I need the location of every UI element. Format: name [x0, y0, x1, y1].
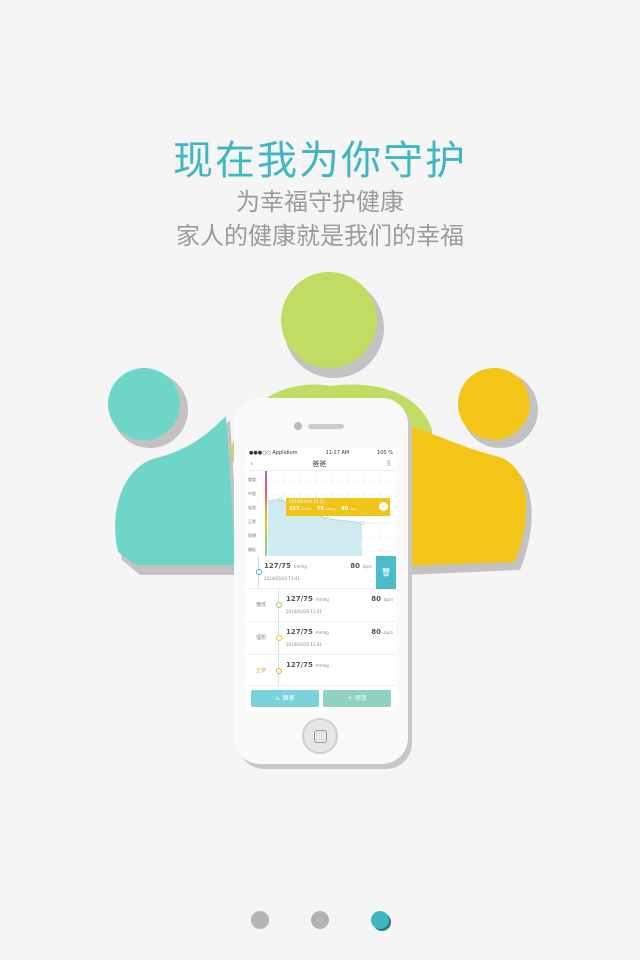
tooltip-datetime: 2014/03/20 13:21 — [289, 499, 325, 504]
phone-camera — [294, 422, 302, 430]
page-indicator — [0, 911, 640, 929]
record-row[interactable]: 正常 127/75 mmhg — [246, 655, 396, 688]
record-hr: 80 bpm — [371, 628, 393, 636]
page-dot[interactable] — [251, 911, 269, 929]
record-bp-unit: mmhg — [315, 597, 329, 602]
record-level: 偏低 — [256, 602, 267, 608]
status-bar: ●●●○○ Applidium 11:27 AM 100 % — [246, 448, 396, 457]
record-bp-unit: mmhg — [293, 564, 307, 569]
nav-bar: ‹ 爸爸 ⇪ — [246, 457, 396, 471]
nav-title: 爸爸 — [312, 459, 327, 468]
timeline-dot — [276, 635, 282, 641]
timeline-dot — [276, 602, 282, 608]
tooltip-bp: 127 — [289, 506, 300, 512]
record-row[interactable]: 127/75 mmhg 80 bpm 2014/03/20 11:41 🗑 — [246, 556, 396, 589]
bp-chart: 重度 中度 轻度 正常 理想 偏低 2014/03/20 13:21 127 m… — [246, 471, 396, 556]
carrier-label: ●●●○○ Applidium — [249, 449, 298, 456]
chart-tab-button[interactable]: ⊾ 图表 — [251, 690, 319, 707]
chart-point[interactable] — [360, 521, 364, 525]
level-color-bar — [265, 471, 267, 556]
record-bp: 127/75 mmhg — [286, 595, 329, 603]
trash-icon[interactable]: 🗑 — [376, 556, 396, 589]
battery-label: 100 % — [377, 449, 393, 456]
record-row[interactable]: 偏低 127/75 mmhg 80 bpm 2014/03/20 11:41 — [246, 589, 396, 622]
record-hr: 80 bpm — [371, 595, 393, 603]
page-dot-active[interactable] — [371, 911, 389, 929]
record-bp-unit: mmhg — [315, 663, 329, 668]
record-hr-unit: bpm — [363, 564, 372, 569]
add-tab-button[interactable]: + 添加 — [323, 690, 391, 707]
level-label: 偏低 — [248, 547, 256, 552]
record-date: 2014/03/20 11:41 — [286, 609, 322, 614]
page-dot[interactable] — [311, 911, 329, 929]
share-icon[interactable]: ⇪ — [385, 459, 392, 468]
record-bp: 127/75 mmhg — [286, 661, 329, 669]
teal-person — [108, 368, 240, 575]
record-date: 2014/03/20 11:41 — [286, 642, 322, 647]
chevron-left-icon[interactable]: ‹ — [250, 459, 253, 468]
record-level: 理想 — [256, 635, 267, 641]
level-label: 正常 — [248, 519, 256, 524]
level-label: 重度 — [248, 477, 256, 482]
record-level: 正常 — [256, 668, 267, 674]
level-label: 理想 — [248, 533, 256, 538]
record-hr-unit: bpm — [384, 597, 393, 602]
timeline-dot — [276, 668, 282, 674]
record-date: 2014/03/20 11:41 — [264, 576, 300, 581]
tooltip-arrow-icon[interactable]: › — [379, 502, 388, 511]
tooltip-bp-unit: mmhg — [301, 507, 311, 511]
chart-tooltip[interactable]: 2014/03/20 13:21 127 mmhg 75 mmhg 80 bpm… — [286, 498, 390, 516]
tooltip-hr-unit: bpm — [349, 507, 357, 511]
yellow-person — [400, 368, 538, 575]
phone-screen: ●●●○○ Applidium 11:27 AM 100 % ‹ 爸爸 ⇪ 重度… — [246, 448, 396, 711]
record-hr-unit: bpm — [384, 630, 393, 635]
level-label: 轻度 — [248, 505, 256, 510]
record-bp-unit: mmhg — [315, 630, 329, 635]
chart-point[interactable] — [326, 517, 330, 521]
tooltip-low-unit: mmhg — [325, 507, 336, 511]
level-label: 中度 — [248, 491, 256, 496]
tooltip-low: 75 — [316, 506, 324, 512]
record-bp: 127/75 mmhg — [264, 562, 307, 570]
record-row[interactable]: 理想 127/75 mmhg 80 bpm 2014/03/20 11:41 — [246, 622, 396, 655]
record-hr: 80 bpm — [350, 562, 372, 570]
status-time: 11:27 AM — [325, 449, 350, 456]
timeline-dot — [256, 569, 262, 575]
record-bp: 127/75 mmhg — [286, 628, 329, 636]
home-button[interactable] — [302, 718, 338, 754]
tab-bar: ⊾ 图表 + 添加 — [246, 685, 396, 711]
phone-speaker — [308, 424, 344, 429]
phone-mockup: ●●●○○ Applidium 11:27 AM 100 % ‹ 爸爸 ⇪ 重度… — [234, 398, 408, 764]
tooltip-hr: 80 — [341, 506, 349, 512]
chart-point[interactable] — [278, 497, 282, 501]
tooltip-values: 127 mmhg 75 mmhg 80 bpm — [289, 506, 387, 512]
